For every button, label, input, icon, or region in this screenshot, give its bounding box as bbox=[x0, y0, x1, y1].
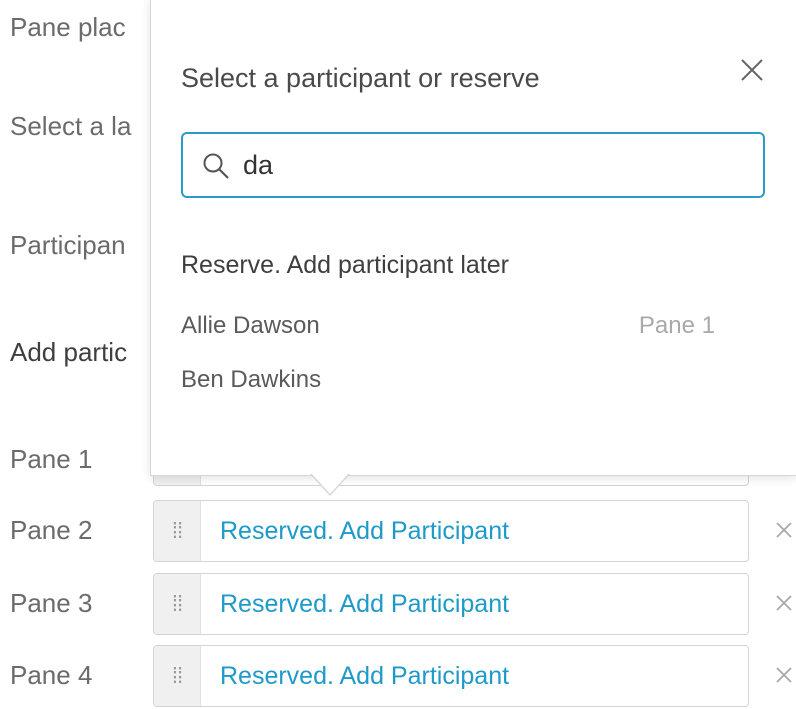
search-input[interactable] bbox=[243, 142, 743, 188]
pane-label: Pane 2 bbox=[10, 515, 93, 545]
remove-icon[interactable] bbox=[772, 518, 796, 542]
drag-handle-icon[interactable]: ⁞⁞ bbox=[154, 646, 201, 706]
drag-handle-icon[interactable]: ⁞⁞ bbox=[154, 574, 201, 634]
popover-arrow bbox=[310, 473, 350, 496]
search-field[interactable] bbox=[181, 132, 765, 198]
pane-label: Pane 1 bbox=[10, 444, 93, 474]
add-participant-link[interactable]: Reserved. Add Participant bbox=[220, 590, 509, 619]
search-icon bbox=[203, 153, 229, 179]
reserve-option[interactable]: Reserve. Add participant later bbox=[181, 251, 509, 280]
pane-slot[interactable]: ⁞⁞ Reserved. Add Participant bbox=[153, 500, 749, 562]
pane-slot[interactable]: ⁞⁞ Reserved. Add Participant bbox=[153, 573, 749, 635]
pane-row-3: Pane 3 ⁞⁞ Reserved. Add Participant bbox=[10, 573, 796, 637]
add-participant-link[interactable]: Reserved. Add Participant bbox=[220, 662, 509, 691]
result-assigned-pane: Pane 1 bbox=[638, 312, 715, 339]
select-layout-label: Select a la bbox=[10, 111, 132, 141]
popover-title: Select a participant or reserve bbox=[181, 63, 540, 93]
add-participants-heading: Add partic bbox=[10, 337, 128, 367]
add-participant-link[interactable]: Reserved. Add Participant bbox=[220, 517, 509, 546]
pane-placement-label: Pane plac bbox=[10, 12, 126, 42]
drag-handle-icon[interactable]: ⁞⁞ bbox=[154, 501, 201, 561]
pane-slot[interactable]: ⁞⁞ Reserved. Add Participant bbox=[153, 645, 749, 707]
result-name: Ben Dawkins bbox=[181, 366, 322, 393]
close-icon[interactable] bbox=[737, 55, 767, 85]
pane-label: Pane 3 bbox=[10, 588, 93, 618]
pane-row-4: Pane 4 ⁞⁞ Reserved. Add Participant bbox=[10, 645, 796, 709]
participants-label: Participan bbox=[10, 230, 126, 260]
result-name: Allie Dawson bbox=[181, 312, 320, 339]
pane-row-2: Pane 2 ⁞⁞ Reserved. Add Participant bbox=[10, 500, 796, 564]
result-item-allie-dawson[interactable]: Allie Dawson Pane 1 bbox=[181, 312, 741, 352]
result-item-ben-dawkins[interactable]: Ben Dawkins bbox=[181, 366, 741, 406]
remove-icon[interactable] bbox=[772, 591, 796, 615]
remove-icon[interactable] bbox=[772, 663, 796, 687]
participant-picker-popover: Select a participant or reserve Reserve.… bbox=[150, 0, 796, 476]
pane-label: Pane 4 bbox=[10, 660, 93, 690]
